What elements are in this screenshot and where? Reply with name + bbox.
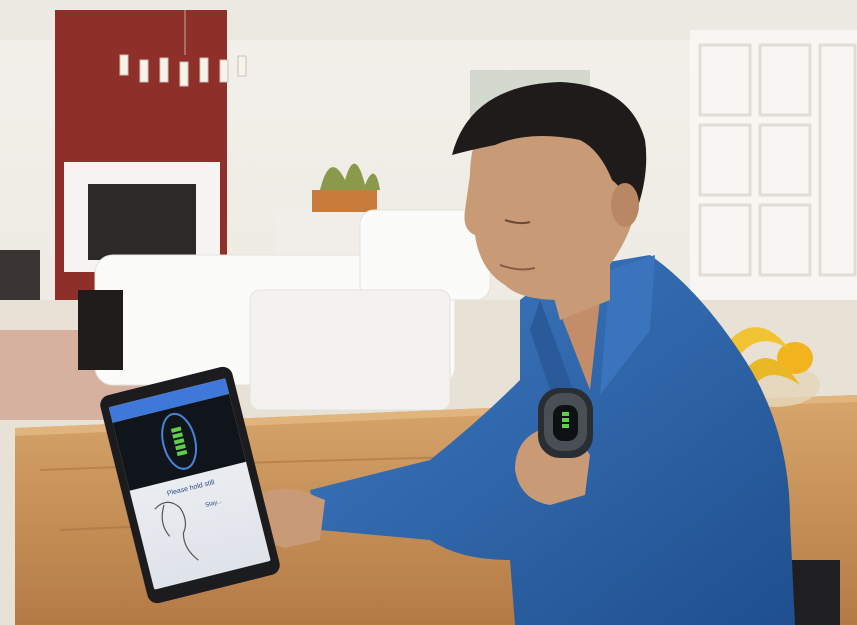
side-table — [78, 290, 123, 370]
chest-monitor-device — [538, 388, 593, 458]
photo-scene: Please hold still Stay... — [0, 0, 857, 625]
